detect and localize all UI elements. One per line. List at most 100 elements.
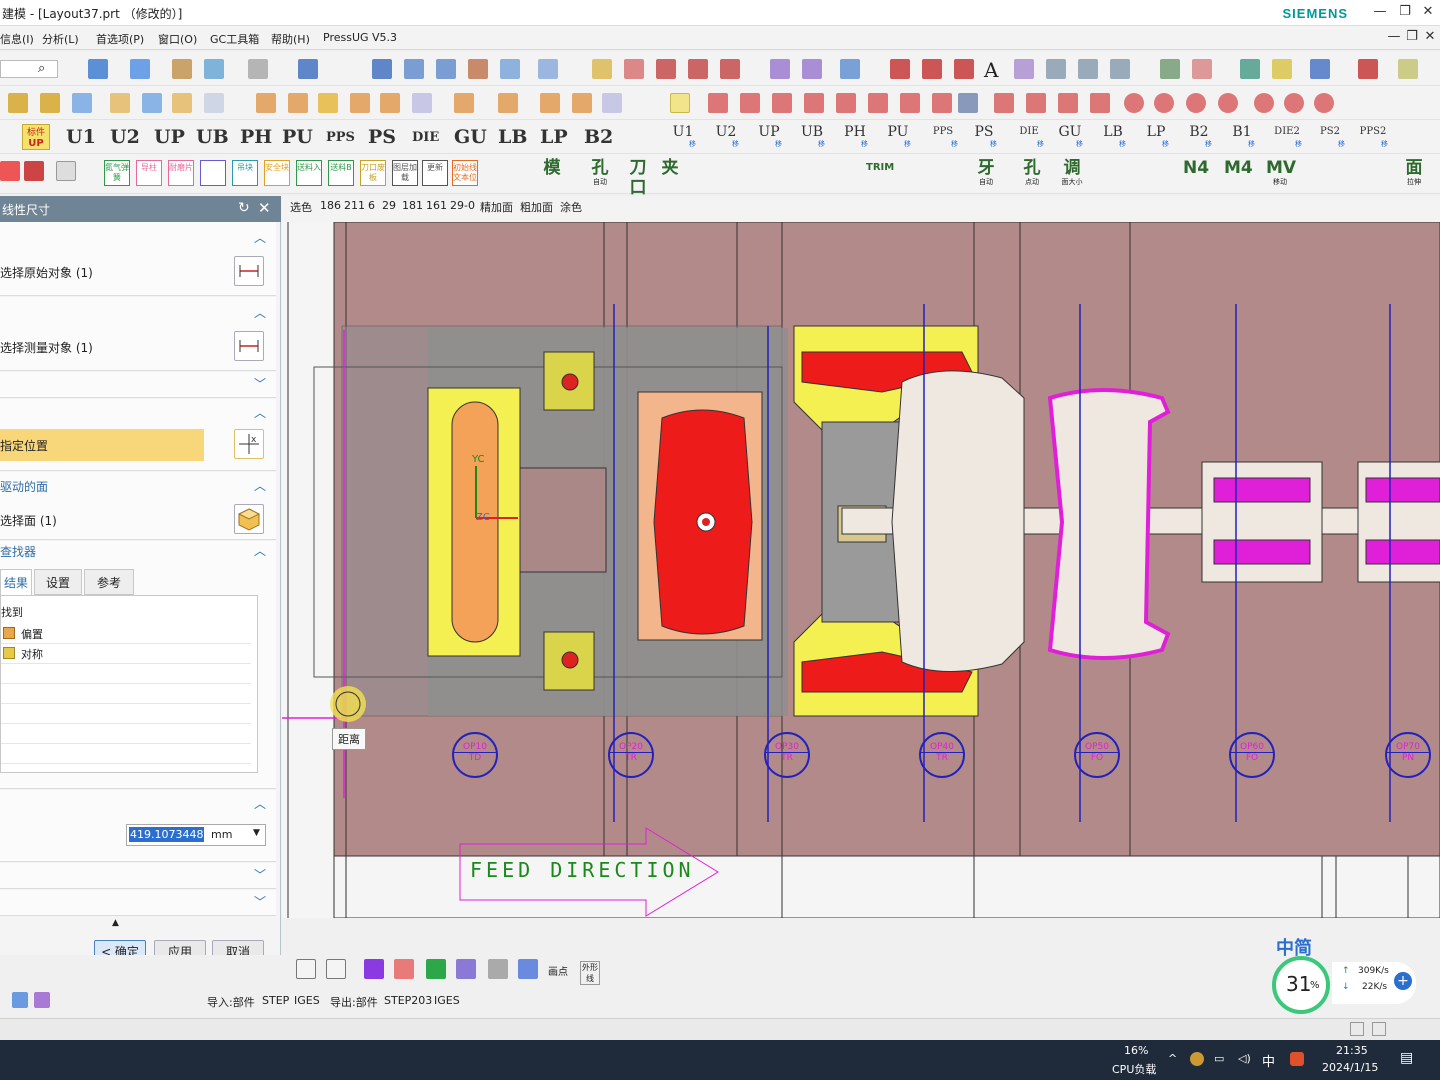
die-tool-button-2[interactable]: 刀口 — [624, 158, 652, 198]
export-iges-button[interactable]: IGES — [434, 994, 460, 1007]
mirror-icon[interactable] — [1310, 59, 1330, 79]
join-icon[interactable] — [1110, 59, 1130, 79]
move-pu-button[interactable]: PU 移 — [885, 124, 912, 150]
delete-face-icon[interactable] — [454, 93, 474, 113]
move-die2-button[interactable]: DIE2 移 — [1272, 124, 1302, 150]
point-grid-icon[interactable] — [296, 959, 316, 979]
die-part-button-7[interactable]: 送料B — [328, 160, 354, 186]
die-tool-button-11[interactable]: 面拉伸 — [1400, 158, 1428, 188]
locate-highlight[interactable]: 指定位置 — [0, 429, 204, 461]
menu-gc-toolbox[interactable]: GC工具箱 — [210, 31, 259, 47]
intersect-icon[interactable] — [318, 93, 338, 113]
tray-expand-icon[interactable]: ^ — [1168, 1052, 1177, 1065]
ruler-icon[interactable] — [1398, 59, 1418, 79]
shaded-view-icon[interactable] — [130, 59, 150, 79]
select-origin-button[interactable] — [234, 256, 264, 286]
chevron-up-icon[interactable]: ︿ — [254, 545, 266, 557]
solid-icon[interactable] — [12, 992, 28, 1008]
color-icon[interactable] — [248, 59, 268, 79]
line-icon[interactable] — [890, 59, 910, 79]
plate-icon[interactable] — [24, 161, 44, 181]
gu-button[interactable]: GU — [454, 126, 487, 148]
circle-2-icon[interactable] — [1154, 93, 1174, 113]
block-icon[interactable] — [40, 93, 60, 113]
cylinder-icon[interactable] — [72, 93, 92, 113]
point-icon[interactable] — [954, 59, 974, 79]
clock-date[interactable]: 2024/1/15 — [1322, 1061, 1378, 1074]
move-b2-button[interactable]: B2 移 — [1186, 124, 1212, 150]
sketch-chamfer-icon[interactable] — [1026, 93, 1046, 113]
thicken-icon[interactable] — [840, 59, 860, 79]
select-measure-button[interactable] — [234, 331, 264, 361]
sketch-chain-icon[interactable] — [932, 93, 952, 113]
network-monitor-widget[interactable]: 中简 31 % ↑ 309K/s ↓ 22K/s + — [1272, 938, 1422, 1020]
import-step-button[interactable]: STEP — [262, 994, 289, 1007]
move-b1-button[interactable]: B1 移 — [1229, 124, 1255, 150]
up-button[interactable]: UP — [154, 126, 185, 148]
blend-icon[interactable] — [468, 59, 488, 79]
lp-button[interactable]: LP — [540, 126, 568, 148]
b2-button[interactable]: B2 — [584, 126, 613, 148]
u1-button[interactable]: U1 — [66, 126, 96, 148]
filter-paint[interactable]: 涂色 — [560, 199, 582, 215]
fit-view-icon[interactable] — [88, 59, 108, 79]
list-item[interactable]: 偏置 — [1, 624, 251, 644]
fillet-curve-icon[interactable] — [656, 59, 676, 79]
menu-analysis[interactable]: 分析(L) — [42, 31, 79, 47]
die-part-button-11[interactable]: 初始线文本位 — [452, 160, 478, 186]
import-iges-button[interactable]: IGES — [294, 994, 320, 1007]
expand-arrow-icon[interactable]: ▲ — [112, 918, 119, 928]
sketch-arc-icon[interactable] — [836, 93, 856, 113]
die-button[interactable]: DIE — [412, 130, 439, 145]
clock-time[interactable]: 21:35 — [1336, 1044, 1368, 1057]
die-part-button-2[interactable]: 耐磨片 — [168, 160, 194, 186]
sketch-grid-icon[interactable] — [958, 93, 978, 113]
move-die-button[interactable]: DIE 移 — [1014, 124, 1044, 150]
assembly-icon[interactable] — [1240, 59, 1260, 79]
select-face-button[interactable] — [234, 504, 264, 534]
status-icon[interactable] — [1350, 1022, 1364, 1036]
move-pps-button[interactable]: PPS 移 — [928, 124, 958, 150]
sketch-extend-icon[interactable] — [1090, 93, 1110, 113]
chevron-down-icon[interactable]: ﹀ — [254, 378, 266, 390]
close-icon[interactable]: ✕ — [1418, 4, 1438, 22]
link-icon[interactable] — [670, 93, 690, 113]
layer-icon[interactable] — [172, 59, 192, 79]
intersect-curve-icon[interactable] — [1046, 59, 1066, 79]
filter-161[interactable]: 161 — [426, 199, 447, 212]
move-u1-button[interactable]: U1 移 — [670, 124, 696, 150]
graphics-window[interactable]: OP10 TD OP20 TR OP30 TR OP40 TR OP50 FO OP60 FO OP70… — [282, 222, 1440, 918]
minimize-icon[interactable]: — — [1370, 4, 1390, 22]
ph-button[interactable]: PH — [240, 126, 272, 148]
mesh-icon[interactable] — [538, 59, 558, 79]
die-part-button-1[interactable]: 导柱 — [136, 160, 162, 186]
tab-results[interactable]: 结果 — [0, 569, 32, 595]
sketch-line-icon[interactable] — [708, 93, 728, 113]
filter-finish-face[interactable]: 精加面 — [480, 199, 513, 215]
die-part-button-3[interactable] — [200, 160, 226, 186]
circle-4-icon[interactable] — [1218, 93, 1238, 113]
pattern-grid-icon[interactable] — [518, 959, 538, 979]
pu-button[interactable]: PU — [282, 126, 313, 148]
move-icon[interactable] — [1272, 59, 1292, 79]
sketch-fillet-icon[interactable] — [994, 93, 1014, 113]
chevron-up-icon[interactable]: ︿ — [254, 480, 266, 492]
patch-icon[interactable] — [412, 93, 432, 113]
chevron-down-icon[interactable]: ﹀ — [254, 869, 266, 881]
circle-7-icon[interactable] — [1314, 93, 1334, 113]
wave-icon[interactable] — [488, 959, 508, 979]
search-icon[interactable]: ⌕ — [38, 61, 45, 76]
menu-pressug[interactable]: PressUG V5.3 — [323, 31, 397, 44]
bridge-icon[interactable] — [1078, 59, 1098, 79]
filter-181[interactable]: 181 — [402, 199, 423, 212]
feature-icon[interactable] — [8, 93, 28, 113]
draft-icon[interactable] — [572, 93, 592, 113]
pps-button[interactable]: PPS — [326, 130, 355, 145]
move-ps2-button[interactable]: PS2 移 — [1315, 124, 1345, 150]
trim-icon[interactable] — [592, 59, 612, 79]
sew-icon[interactable] — [802, 59, 822, 79]
filter-29-0[interactable]: 29-0 — [450, 199, 475, 212]
dialog-close-icon[interactable]: ✕ — [258, 199, 271, 217]
circle-6-icon[interactable] — [1284, 93, 1304, 113]
ps-button[interactable]: PS — [368, 126, 396, 148]
